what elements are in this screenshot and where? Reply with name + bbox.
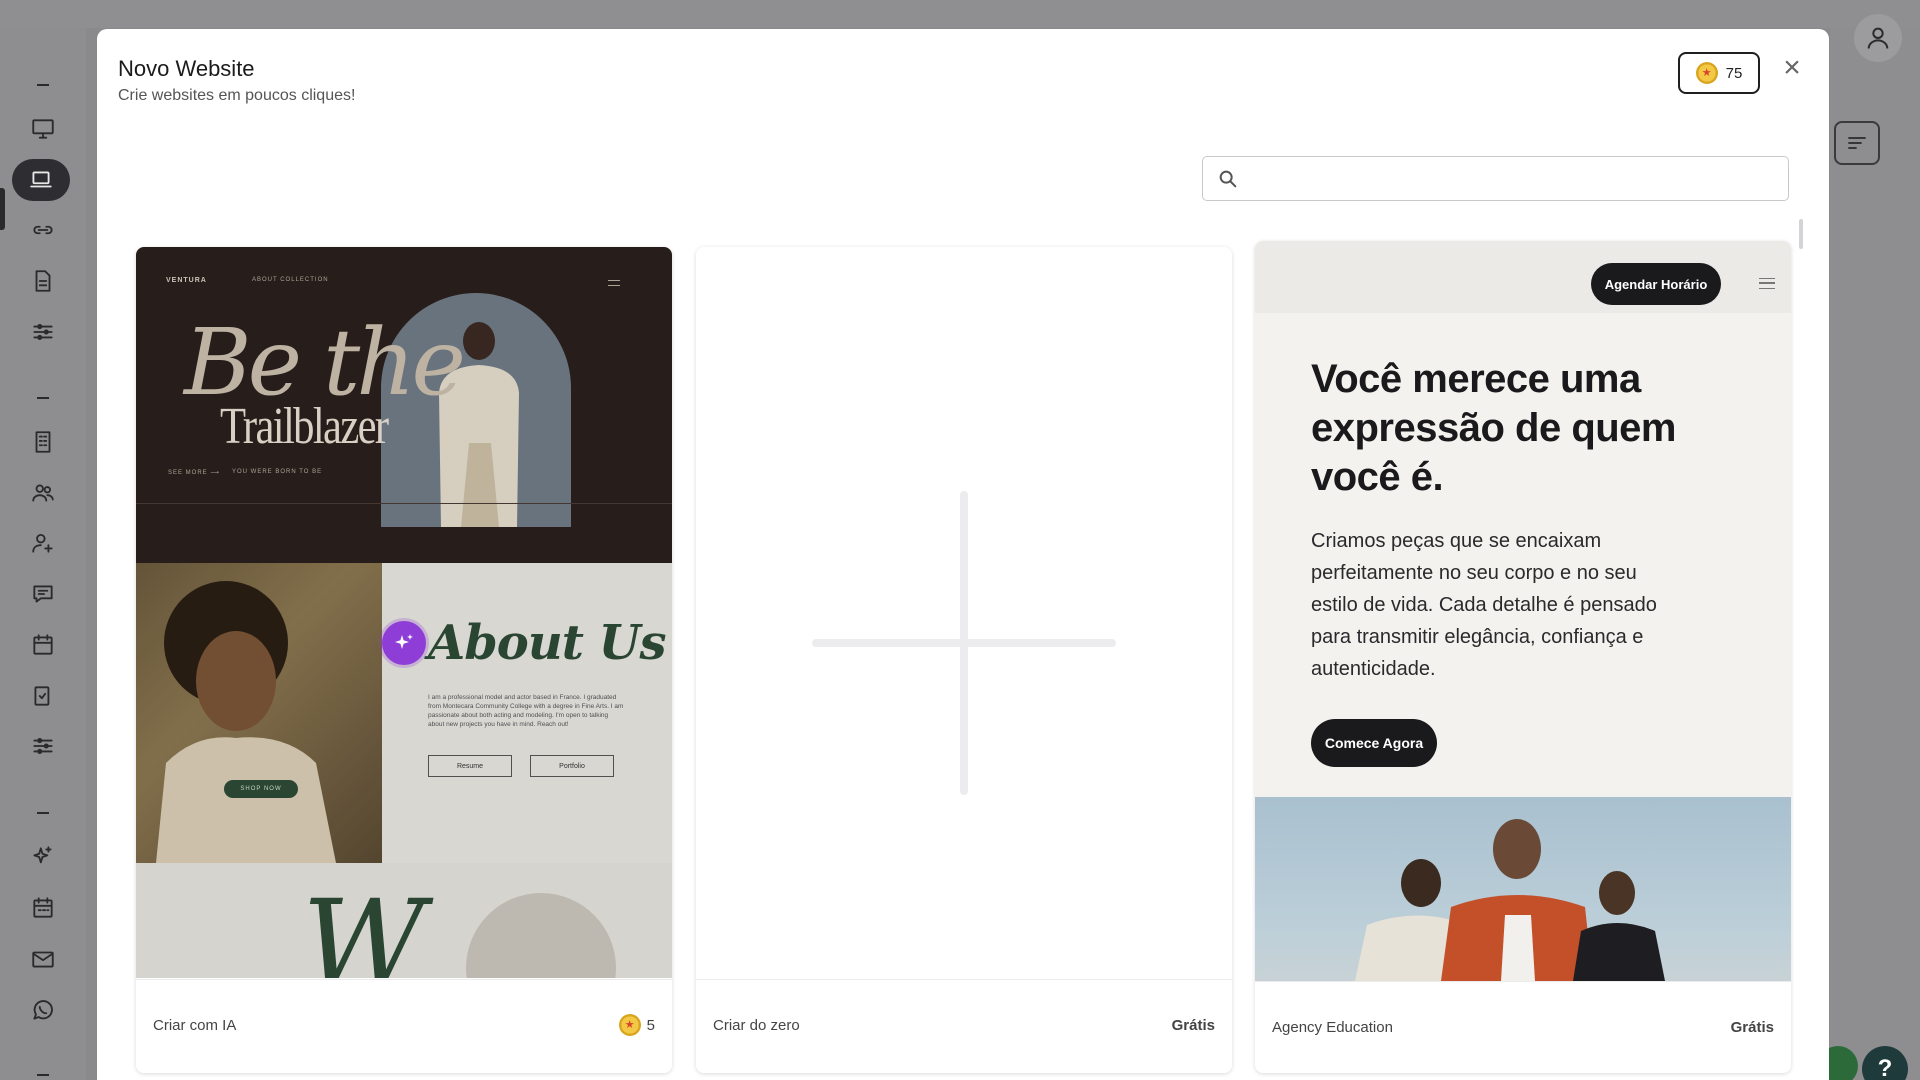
calendar-icon (33, 634, 53, 655)
mail-icon (32, 951, 54, 968)
user-icon (1867, 27, 1889, 49)
card-footer: Agency Education Grátis (1255, 981, 1791, 1073)
modal-subtitle: Crie websites em poucos cliques! (118, 87, 356, 104)
sidebar-item-websites[interactable] (12, 159, 70, 201)
new-website-modal: Novo Website Crie websites em poucos cli… (97, 29, 1829, 1080)
sidebar-divider (37, 812, 49, 814)
filter-button[interactable] (1834, 121, 1880, 165)
sidebar-divider (37, 84, 49, 86)
clipboard-check-icon (34, 686, 50, 706)
sidebar-item-settings[interactable] (22, 311, 64, 353)
sidebar-item-monitor[interactable] (22, 108, 64, 150)
blank-preview (696, 247, 1232, 978)
sidebar-divider (37, 397, 49, 399)
preview-group-photo (1255, 797, 1791, 981)
preview-header: Agendar Horário (1255, 241, 1791, 313)
avatar[interactable] (1854, 14, 1902, 62)
card-cost-value: 5 (646, 1016, 655, 1034)
user-plus-icon (32, 533, 53, 553)
sidebar-item-ai[interactable] (22, 836, 64, 878)
document-icon (35, 270, 51, 292)
users-icon (32, 484, 54, 502)
sidebar-item-tasks[interactable] (22, 675, 64, 717)
template-card-agency-education[interactable]: Agendar Horário Você merece uma expressã… (1255, 241, 1791, 1073)
card-price: Grátis (1730, 1019, 1774, 1036)
sliders-icon (33, 324, 53, 340)
chat-icon (33, 585, 53, 603)
sparkles-icon (395, 634, 413, 649)
preview-overlay (136, 247, 672, 978)
sidebar-item-chat[interactable] (22, 573, 64, 615)
coin-icon (618, 1014, 641, 1036)
card-label: Agency Education (1272, 1019, 1393, 1036)
sparkles-icon (33, 846, 52, 864)
filter-lines-icon (1848, 137, 1866, 149)
close-button[interactable]: × (1777, 53, 1807, 83)
sidebar-item-preferences[interactable] (22, 725, 64, 767)
card-label: Criar do zero (713, 1017, 800, 1034)
right-panel (1830, 28, 1920, 1080)
sidebar-item-schedule[interactable] (22, 887, 64, 929)
scrollbar[interactable] (1799, 219, 1803, 249)
whatsapp-icon (33, 1000, 53, 1020)
laptop-icon (30, 171, 52, 188)
building-icon (35, 431, 51, 453)
plus-icon-bar (812, 639, 1116, 647)
sidebar-item-links[interactable] (22, 209, 64, 251)
sidebar-item-whatsapp[interactable] (22, 989, 64, 1031)
template-preview: Agendar Horário Você merece uma expressã… (1255, 241, 1791, 981)
card-footer: Criar com IA 5 (136, 979, 672, 1073)
calendar-grid-icon (33, 897, 53, 918)
people-silhouette-icon (1355, 819, 1665, 981)
card-price: Grátis (1171, 1017, 1215, 1034)
sliders-icon (33, 738, 53, 754)
sidebar-item-add-user[interactable] (22, 522, 64, 564)
search-icon (1219, 170, 1237, 187)
sidebar-active-indicator (0, 188, 5, 230)
template-card-blank[interactable]: Criar do zero Grátis (696, 247, 1232, 1073)
preview-cta-button: Comece Agora (1311, 719, 1437, 767)
template-card-ai[interactable]: VENTURA ABOUT COLLECTION Be the Trailbla… (136, 247, 672, 1073)
card-footer: Criar do zero Grátis (696, 979, 1232, 1073)
app-header (0, 0, 1920, 28)
template-preview: VENTURA ABOUT COLLECTION Be the Trailbla… (136, 247, 672, 978)
preview-headline: Você merece uma expressão de quem você é… (1311, 357, 1677, 499)
link-icon (33, 225, 53, 235)
sidebar-divider (37, 1074, 49, 1076)
sidebar-item-documents[interactable] (22, 260, 64, 302)
card-cost: 5 (618, 1014, 655, 1036)
sidebar-item-calendar[interactable] (22, 624, 64, 666)
sidebar-item-users[interactable] (22, 472, 64, 514)
card-label: Criar com IA (153, 1017, 237, 1034)
preview-body-text: Criamos peças que se encaixam perfeitame… (1311, 530, 1657, 680)
monitor-icon (32, 119, 54, 139)
credits-count: 75 (1725, 64, 1743, 82)
search-box[interactable] (1202, 156, 1789, 201)
credits-badge[interactable]: 75 (1678, 52, 1760, 94)
preview-book-button: Agendar Horário (1591, 263, 1721, 305)
sidebar-item-company[interactable] (22, 421, 64, 463)
modal-title: Novo Website (118, 56, 255, 81)
sidebar (0, 28, 86, 1080)
hamburger-icon (1759, 278, 1775, 289)
search-input[interactable] (1249, 158, 1788, 199)
ai-sparkle-badge (382, 621, 426, 665)
sidebar-item-mail[interactable] (22, 938, 64, 980)
coin-icon (1695, 62, 1718, 84)
